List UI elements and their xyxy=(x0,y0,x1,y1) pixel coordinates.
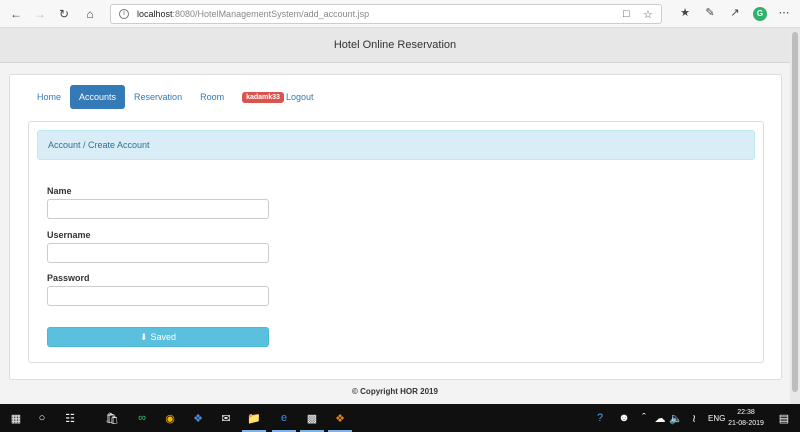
terminal-icon[interactable]: ▩ xyxy=(304,410,320,426)
url-path: :8080/HotelManagementSystem/add_account.… xyxy=(172,9,370,19)
favorites-icon[interactable]: ★ xyxy=(677,6,693,22)
help-icon[interactable]: ? xyxy=(592,410,608,426)
save-button-label: Saved xyxy=(150,332,177,342)
windows-taskbar: ▦ ○ ☷ 🛍 ∞ ◉ ❖ ✉ 📁 e ▩ ❖ ? ☻ ˆ ☁ 🔈 ≀ ENG … xyxy=(0,404,800,432)
task-view-icon[interactable]: ☷ xyxy=(62,410,78,426)
refresh-icon[interactable]: ↻ xyxy=(56,6,72,22)
account-panel: Account / Create Account Name Username P… xyxy=(28,121,764,363)
browser-toolbar: ← → ↻ ⌂ i localhost:8080/HotelManagement… xyxy=(0,0,800,28)
tab-accounts[interactable]: Accounts xyxy=(70,85,126,109)
windows-start-icon[interactable]: ▦ xyxy=(8,410,24,426)
tab-room[interactable]: Room xyxy=(191,85,233,109)
footer-copyright: © Copyright HOR 2019 xyxy=(352,387,438,396)
address-bar[interactable]: i localhost:8080/HotelManagementSystem/a… xyxy=(110,4,662,24)
download-icon: ⬇ xyxy=(139,332,148,342)
scrollbar-thumb[interactable] xyxy=(792,32,798,392)
language-indicator[interactable]: ENG xyxy=(708,404,725,432)
username-label: Username xyxy=(47,230,91,240)
app-icon[interactable]: ❖ xyxy=(332,410,348,426)
cortana-icon[interactable]: ○ xyxy=(34,410,50,426)
volume-icon[interactable]: 🔈 xyxy=(668,410,684,426)
chrome-icon[interactable]: ◉ xyxy=(162,410,178,426)
profile-icon[interactable]: G xyxy=(753,7,767,21)
name-label: Name xyxy=(47,186,72,196)
dropbox-icon[interactable]: ❖ xyxy=(190,410,206,426)
mail-icon[interactable]: ✉ xyxy=(218,410,234,426)
password-label: Password xyxy=(47,273,90,283)
tab-logout[interactable]: kadamk33 Logout xyxy=(233,85,322,109)
chevron-up-icon[interactable]: ˆ xyxy=(636,410,652,426)
home-icon[interactable]: ⌂ xyxy=(82,6,98,22)
page-viewport: Hotel Online Reservation Home Accounts R… xyxy=(0,28,790,404)
breadcrumb: Account / Create Account xyxy=(37,130,755,160)
password-input[interactable] xyxy=(47,286,269,306)
edge-icon[interactable]: e xyxy=(276,410,292,426)
clock[interactable]: 22:38 21-08-2019 xyxy=(724,407,768,429)
forward-arrow-icon[interactable]: → xyxy=(32,6,48,22)
network-icon[interactable]: ≀ xyxy=(686,410,702,426)
name-input[interactable] xyxy=(47,199,269,219)
logout-label: Logout xyxy=(285,92,314,102)
clock-time: 22:38 xyxy=(737,409,755,416)
tab-home[interactable]: Home xyxy=(28,85,70,109)
page-scrollbar[interactable] xyxy=(790,28,800,404)
infinity-app-icon[interactable]: ∞ xyxy=(134,410,150,426)
nav-tabs: Home Accounts Reservation Room kadamk33 L… xyxy=(28,85,322,109)
people-icon[interactable]: ☻ xyxy=(616,410,632,426)
onedrive-icon[interactable]: ☁ xyxy=(652,410,668,426)
pen-icon[interactable]: ✎ xyxy=(702,6,718,22)
save-button[interactable]: ⬇ Saved xyxy=(47,327,269,347)
favorite-star-icon[interactable]: ☆ xyxy=(643,8,653,21)
back-arrow-icon[interactable]: ← xyxy=(8,6,24,22)
info-icon: i xyxy=(119,9,129,19)
main-container: Home Accounts Reservation Room kadamk33 L… xyxy=(9,74,782,380)
user-badge: kadamk33 xyxy=(242,92,284,104)
notifications-icon[interactable]: ▤ xyxy=(776,410,792,426)
page-title: Hotel Online Reservation xyxy=(0,28,790,63)
file-explorer-icon[interactable]: 📁 xyxy=(246,410,262,426)
url-host: localhost xyxy=(137,9,173,19)
reading-view-icon[interactable]: □ xyxy=(623,8,630,20)
share-icon[interactable]: ↗ xyxy=(727,6,743,22)
store-icon[interactable]: 🛍 xyxy=(104,410,120,426)
tab-reservation[interactable]: Reservation xyxy=(125,85,191,109)
clock-date: 21-08-2019 xyxy=(728,420,764,427)
username-input[interactable] xyxy=(47,243,269,263)
more-menu-icon[interactable]: ⋯ xyxy=(776,6,792,22)
